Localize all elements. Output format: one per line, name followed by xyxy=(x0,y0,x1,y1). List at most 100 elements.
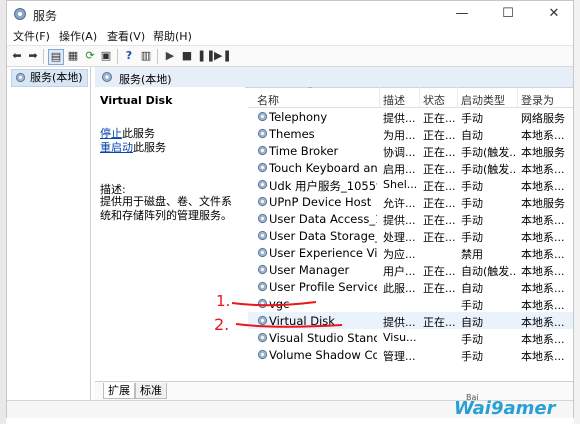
gear-icon xyxy=(102,72,112,82)
list-header: ˄ 名称 描述 状态 启动类型 登录为 xyxy=(248,87,573,108)
column-header-startup-type[interactable]: 启动类型 xyxy=(461,92,505,108)
cell-name: User Manager xyxy=(269,263,350,277)
table-row[interactable]: User Experience Vir... 为应... 禁用 本地系... xyxy=(248,244,573,261)
restart-service-line: 重启动此服务 xyxy=(100,139,166,155)
properties-icon[interactable]: ▦ xyxy=(66,49,80,63)
cell-name: Time Broker xyxy=(269,144,339,158)
cell-log-on-as: 本地系... xyxy=(521,316,565,329)
menu-bar: 文件(F) 操作(A) 查看(V) 帮助(H) xyxy=(7,27,573,45)
toolbar-separator xyxy=(157,49,158,64)
cell-startup-type: 手动 xyxy=(461,299,483,312)
column-header-status[interactable]: 状态 xyxy=(423,92,445,108)
service-gear-icon xyxy=(257,349,268,360)
tree-item-services-local[interactable]: 服务(本地) xyxy=(11,69,88,87)
column-header-description[interactable]: 描述 xyxy=(383,92,405,108)
cell-log-on-as: 本地服务 xyxy=(521,146,565,159)
cell-description: 用户... xyxy=(383,265,416,278)
cell-log-on-as: 本地系... xyxy=(521,129,565,142)
cell-log-on-as: 本地系... xyxy=(521,333,565,346)
cell-description: Shel... xyxy=(383,178,416,191)
export-list-icon[interactable]: ▣ xyxy=(99,49,113,63)
menu-file[interactable]: 文件(F) xyxy=(13,28,50,44)
help-icon[interactable]: ? xyxy=(122,49,136,63)
close-button[interactable]: ✕ xyxy=(536,5,572,23)
restart-service-suffix: 此服务 xyxy=(133,141,166,154)
maximize-button[interactable]: ☐ xyxy=(490,5,526,23)
menu-action[interactable]: 操作(A) xyxy=(59,28,97,44)
table-row[interactable]: Telephony 提供... 正在... 手动 网络服务 xyxy=(248,108,573,125)
desktop-background-right xyxy=(574,0,580,424)
cell-name: User Data Storage_... xyxy=(269,229,377,243)
cell-name: Volume Shadow Co... xyxy=(269,348,377,362)
table-row[interactable]: Virtual Disk 提供... 正在... 自动 本地系... xyxy=(248,312,573,329)
cell-name: Telephony xyxy=(269,110,328,124)
tab-extended[interactable]: 扩展 xyxy=(103,383,135,399)
tab-standard[interactable]: 标准 xyxy=(135,383,167,399)
cell-startup-type: 手动 xyxy=(461,214,483,227)
cell-log-on-as: 网络服务 xyxy=(521,112,565,125)
table-row[interactable]: User Data Storage_... 处理... 正在... 手动 本地系... xyxy=(248,227,573,244)
cell-startup-type: 自动 xyxy=(461,282,483,295)
table-row[interactable]: Touch Keyboard an... 启用... 正在... 手动(触发... 本地… xyxy=(248,159,573,176)
service-gear-icon xyxy=(257,213,268,224)
cell-startup-type: 手动 xyxy=(461,180,483,193)
service-gear-icon xyxy=(257,298,268,309)
table-row[interactable]: Volume Shadow Co... 管理... 手动 本地系... xyxy=(248,346,573,363)
console-tree-icon[interactable]: ▤ xyxy=(48,49,64,65)
cell-log-on-as: 本地服务 xyxy=(521,197,565,210)
column-separator xyxy=(379,87,380,107)
service-gear-icon xyxy=(257,247,268,258)
cell-description: 此服... xyxy=(383,282,416,295)
cell-startup-type: 禁用 xyxy=(461,248,483,261)
cell-name: Udk 用户服务_1055f6 xyxy=(269,179,377,193)
cell-name: User Data Access_1... xyxy=(269,212,377,226)
content-pane: 服务(本地) Virtual Disk 停止此服务 重启动此服务 描述: 提供用… xyxy=(95,67,573,401)
column-header-log-on-as[interactable]: 登录为 xyxy=(521,92,554,108)
cell-name: vgc xyxy=(269,297,290,311)
table-row[interactable]: vgc 手动 本地系... xyxy=(248,295,573,312)
table-row[interactable]: User Profile Service 此服... 正在... 自动 本地系... xyxy=(248,278,573,295)
column-header-name[interactable]: 名称 xyxy=(257,92,279,108)
column-separator xyxy=(457,87,458,107)
table-row[interactable]: User Manager 用户... 正在... 自动(触发... 本地系... xyxy=(248,261,573,278)
table-row[interactable]: Time Broker 协调... 正在... 手动(触发... 本地服务 xyxy=(248,142,573,159)
content-header-label: 服务(本地) xyxy=(119,73,172,86)
service-gear-icon xyxy=(257,128,268,139)
gear-icon xyxy=(15,72,26,83)
refresh-icon[interactable]: ⟳ xyxy=(83,49,97,63)
menu-help[interactable]: 帮助(H) xyxy=(153,28,192,44)
forward-arrow-icon[interactable]: ➡ xyxy=(26,49,40,63)
table-row[interactable]: Visual Studio Stand... Visu... 手动 本地系... xyxy=(248,329,573,346)
menu-view[interactable]: 查看(V) xyxy=(107,28,145,44)
table-row[interactable]: User Data Access_1... 提供... 正在... 手动 本地系... xyxy=(248,210,573,227)
service-gear-icon xyxy=(257,196,268,207)
cell-log-on-as: 本地系... xyxy=(521,231,565,244)
restart-service-link[interactable]: 重启动 xyxy=(100,141,133,154)
table-row[interactable]: Udk 用户服务_1055f6 Shel... 正在... 手动 本地系... xyxy=(248,176,573,193)
services-list: ˄ 名称 描述 状态 启动类型 登录为 Telephony 提供... 正在... 手… xyxy=(248,87,573,381)
content-header: 服务(本地) xyxy=(95,67,573,88)
cell-description: 管理... xyxy=(383,350,416,363)
cell-name: Virtual Disk xyxy=(269,314,335,328)
cell-status: 正在... xyxy=(423,146,456,159)
back-arrow-icon[interactable]: ⬅ xyxy=(10,49,24,63)
stop-service-icon[interactable]: ■ xyxy=(180,49,194,63)
cell-startup-type: 手动 xyxy=(461,333,483,346)
cell-name: User Profile Service xyxy=(269,280,377,294)
title-bar: 服务 — ☐ ✕ xyxy=(7,1,573,27)
pause-service-icon[interactable]: ❚❚ xyxy=(197,49,215,63)
cell-startup-type: 自动 xyxy=(461,316,483,329)
cell-status: 正在... xyxy=(423,231,456,244)
table-row[interactable]: UPnP Device Host 允许... 正在... 手动 本地服务 xyxy=(248,193,573,210)
cell-status: 正在... xyxy=(423,214,456,227)
cell-name: Visual Studio Stand... xyxy=(269,331,377,345)
minimize-button[interactable]: — xyxy=(444,5,480,23)
cell-status: 正在... xyxy=(423,316,456,329)
start-service-icon[interactable]: ▶ xyxy=(163,49,177,63)
restart-service-icon[interactable]: ▶❚ xyxy=(214,49,232,63)
service-gear-icon xyxy=(257,264,268,275)
cell-description: 处理... xyxy=(383,231,416,244)
table-row[interactable]: Themes 为用... 正在... 自动 本地系... xyxy=(248,125,573,142)
cell-description: 提供... xyxy=(383,214,416,227)
help-panel-icon[interactable]: ▥ xyxy=(139,49,153,63)
